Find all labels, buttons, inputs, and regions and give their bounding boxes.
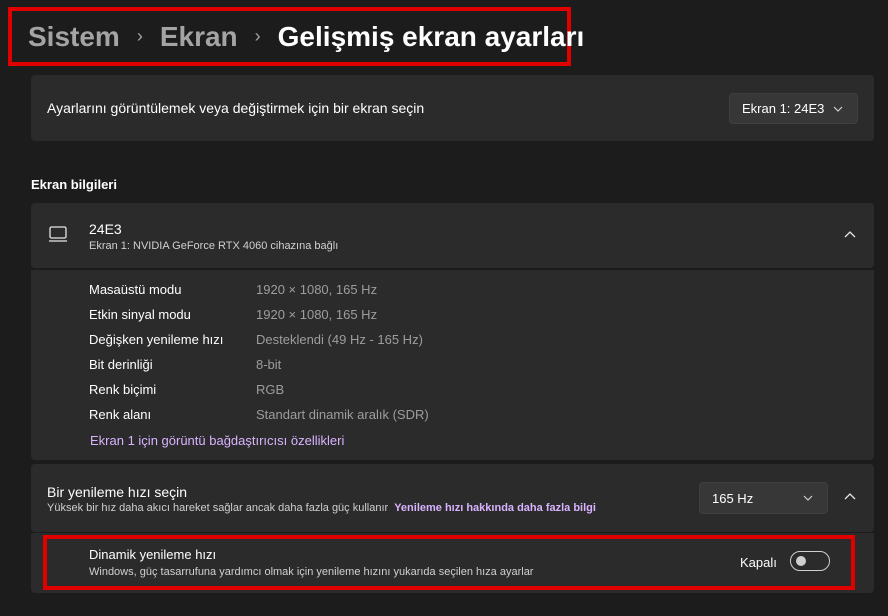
chevron-up-icon[interactable]: [844, 230, 856, 240]
display-select-value: Ekran 1: 24E3: [742, 101, 825, 116]
refresh-rate-learn-more-link[interactable]: Yenileme hızı hakkında daha fazla bilgi: [394, 502, 596, 514]
breadcrumb: Sistem › Ekran › Gelişmiş ekran ayarları: [8, 7, 584, 66]
refresh-rate-value: 165 Hz: [712, 490, 754, 506]
breadcrumb-separator: ›: [254, 26, 261, 46]
info-row-label: Etkin sinyal modu: [89, 307, 191, 322]
dynamic-refresh-toggle-label: Kapalı: [740, 555, 777, 570]
info-row-label: Masaüstü modu: [89, 282, 182, 297]
display-info-header[interactable]: [31, 203, 874, 268]
display-info-body: [31, 270, 874, 460]
info-row-label: Değişken yenileme hızı: [89, 332, 224, 347]
monitor-name: 24E3: [89, 221, 122, 237]
refresh-rate-dropdown[interactable]: 165 Hz: [699, 482, 828, 514]
page-title: Gelişmiş ekran ayarları: [277, 20, 585, 52]
chevron-down-icon: [833, 106, 843, 112]
monitor-subtitle: Ekran 1: NVIDIA GeForce RTX 4060 cihazın…: [89, 240, 339, 252]
info-row-label: Bit derinliği: [89, 357, 153, 372]
info-row-label: Renk alanı: [89, 407, 152, 422]
refresh-rate-description: Yüksek bir hız daha akıcı hareket sağlar…: [47, 502, 389, 514]
info-row-value: 1920 × 1080, 165 Hz: [256, 282, 378, 297]
info-row-value: Standart dinamik aralık (SDR): [256, 407, 429, 422]
info-row-value: RGB: [256, 382, 285, 397]
breadcrumb-item-sistem[interactable]: Sistem: [28, 21, 120, 53]
adapter-properties-link[interactable]: Ekran 1 için görüntü bağdaştırıcısı özel…: [90, 433, 344, 448]
breadcrumb-item-ekran[interactable]: Ekran: [160, 21, 238, 53]
info-row-label: Renk biçimi: [89, 382, 157, 397]
refresh-rate-title: Bir yenileme hızı seçin: [47, 484, 188, 500]
dynamic-refresh-toggle[interactable]: [790, 551, 830, 571]
chevron-up-icon[interactable]: [844, 492, 856, 502]
breadcrumb-separator: ›: [136, 26, 143, 46]
section-title: Ekran bilgileri: [31, 177, 117, 192]
chevron-down-icon: [803, 495, 813, 501]
info-row-value: 1920 × 1080, 165 Hz: [256, 307, 378, 322]
monitor-icon: [49, 226, 67, 242]
dynamic-refresh-subtitle: Windows, güç tasarrufuna yardımcı olmak …: [89, 566, 534, 578]
highlight-box: [43, 535, 855, 590]
dynamic-refresh-title: Dinamik yenileme hızı: [89, 547, 217, 562]
toggle-knob: [796, 556, 806, 566]
info-row-value: 8-bit: [256, 357, 282, 372]
info-row-value: Desteklendi (49 Hz - 165 Hz): [256, 332, 423, 347]
display-select-dropdown[interactable]: Ekran 1: 24E3: [729, 93, 858, 124]
display-select-label: Ayarlarını görüntülemek veya değiştirmek…: [47, 100, 425, 116]
refresh-rate-subtitle: Yüksek bir hız daha akıcı hareket sağlar…: [47, 502, 596, 514]
